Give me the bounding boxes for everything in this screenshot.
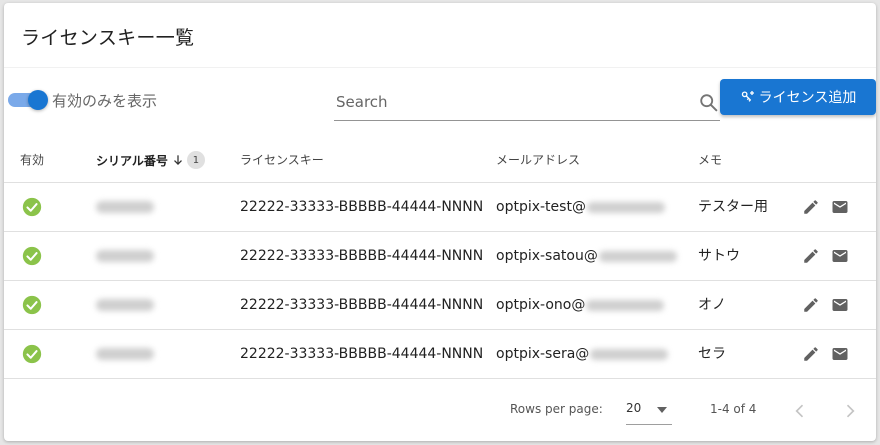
search-field[interactable] bbox=[334, 83, 720, 121]
chevron-left-icon[interactable] bbox=[790, 401, 810, 421]
pencil-icon[interactable] bbox=[802, 296, 820, 314]
toggle-label: 有効のみを表示 bbox=[52, 92, 158, 110]
key-plus-icon bbox=[741, 91, 754, 102]
header-active: 有効 bbox=[20, 153, 45, 167]
table-row[interactable]: 22222-33333-BBBBB-44444-NNNN optpix-test@… bbox=[4, 183, 876, 231]
email-prefix: optpix-ono@ bbox=[496, 297, 586, 313]
sort-order-badge: 1 bbox=[186, 151, 205, 169]
arrow-down-icon bbox=[173, 155, 182, 165]
serial-redacted bbox=[96, 250, 154, 262]
rows-per-page-value: 20 bbox=[626, 401, 642, 415]
search-input[interactable] bbox=[334, 89, 684, 115]
license-key-cell: 22222-33333-BBBBB-44444-NNNN bbox=[240, 297, 484, 313]
header-memo[interactable]: メモ bbox=[698, 151, 722, 168]
mail-icon[interactable] bbox=[831, 198, 849, 216]
add-license-button[interactable]: ライセンス追加 bbox=[720, 79, 876, 115]
email-domain-redacted bbox=[598, 250, 677, 262]
search-icon[interactable] bbox=[698, 92, 720, 114]
page-title: ライセンスキー一覧 bbox=[21, 27, 195, 49]
mail-icon[interactable] bbox=[831, 247, 849, 265]
header-serial[interactable]: シリアル番号 1 bbox=[96, 151, 205, 169]
table-row[interactable]: 22222-33333-BBBBB-44444-NNNN optpix-ono@ オ… bbox=[4, 281, 876, 329]
header-serial-label: シリアル番号 bbox=[96, 153, 168, 168]
email-domain-redacted bbox=[586, 299, 665, 311]
header-email[interactable]: メールアドレス bbox=[496, 151, 580, 168]
email-cell: optpix-ono@ bbox=[496, 281, 665, 329]
chevron-right-icon[interactable] bbox=[840, 401, 860, 421]
license-key-cell: 22222-33333-BBBBB-44444-NNNN bbox=[240, 199, 484, 215]
email-cell: optpix-satou@ bbox=[496, 232, 677, 280]
serial-redacted bbox=[96, 201, 154, 213]
memo-cell: セラ bbox=[698, 346, 726, 362]
pencil-icon[interactable] bbox=[802, 345, 820, 363]
pagination-range: 1-4 of 4 bbox=[710, 402, 757, 416]
email-prefix: optpix-sera@ bbox=[496, 346, 590, 362]
email-prefix: optpix-satou@ bbox=[496, 248, 598, 264]
check-circle-icon bbox=[22, 197, 42, 217]
active-only-toggle[interactable] bbox=[8, 89, 50, 111]
toggle-thumb bbox=[28, 90, 48, 110]
pencil-icon[interactable] bbox=[802, 247, 820, 265]
serial-redacted bbox=[96, 299, 154, 311]
mail-icon[interactable] bbox=[831, 296, 849, 314]
memo-cell: サトウ bbox=[698, 248, 740, 264]
license-key-cell: 22222-33333-BBBBB-44444-NNNN bbox=[240, 248, 484, 264]
email-cell: optpix-sera@ bbox=[496, 330, 669, 378]
check-circle-icon bbox=[22, 295, 42, 315]
email-prefix: optpix-test@ bbox=[496, 199, 586, 215]
table-row[interactable]: 22222-33333-BBBBB-44444-NNNN optpix-sera@… bbox=[4, 330, 876, 378]
email-domain-redacted bbox=[586, 201, 665, 213]
title-divider bbox=[4, 67, 876, 68]
header-license-key[interactable]: ライセンスキー bbox=[240, 151, 324, 168]
memo-cell: オノ bbox=[698, 297, 726, 313]
check-circle-icon bbox=[22, 344, 42, 364]
add-license-label: ライセンス追加 bbox=[758, 90, 857, 106]
serial-redacted bbox=[96, 348, 154, 360]
memo-cell: テスター用 bbox=[698, 199, 768, 215]
chevron-down-icon bbox=[657, 407, 667, 413]
license-card: ライセンスキー一覧 有効のみを表示 ライセンス追加 有効 シリアル番号 1 bbox=[4, 3, 876, 441]
table-row[interactable]: 22222-33333-BBBBB-44444-NNNN optpix-satou… bbox=[4, 232, 876, 280]
check-circle-icon bbox=[22, 246, 42, 266]
email-domain-redacted bbox=[590, 348, 669, 360]
email-cell: optpix-test@ bbox=[496, 183, 665, 231]
license-key-cell: 22222-33333-BBBBB-44444-NNNN bbox=[240, 346, 484, 362]
pencil-icon[interactable] bbox=[802, 198, 820, 216]
mail-icon[interactable] bbox=[831, 345, 849, 363]
rows-per-page-label: Rows per page: bbox=[510, 402, 603, 416]
rows-per-page-select[interactable]: 20 bbox=[626, 395, 672, 425]
row-divider bbox=[4, 378, 876, 379]
